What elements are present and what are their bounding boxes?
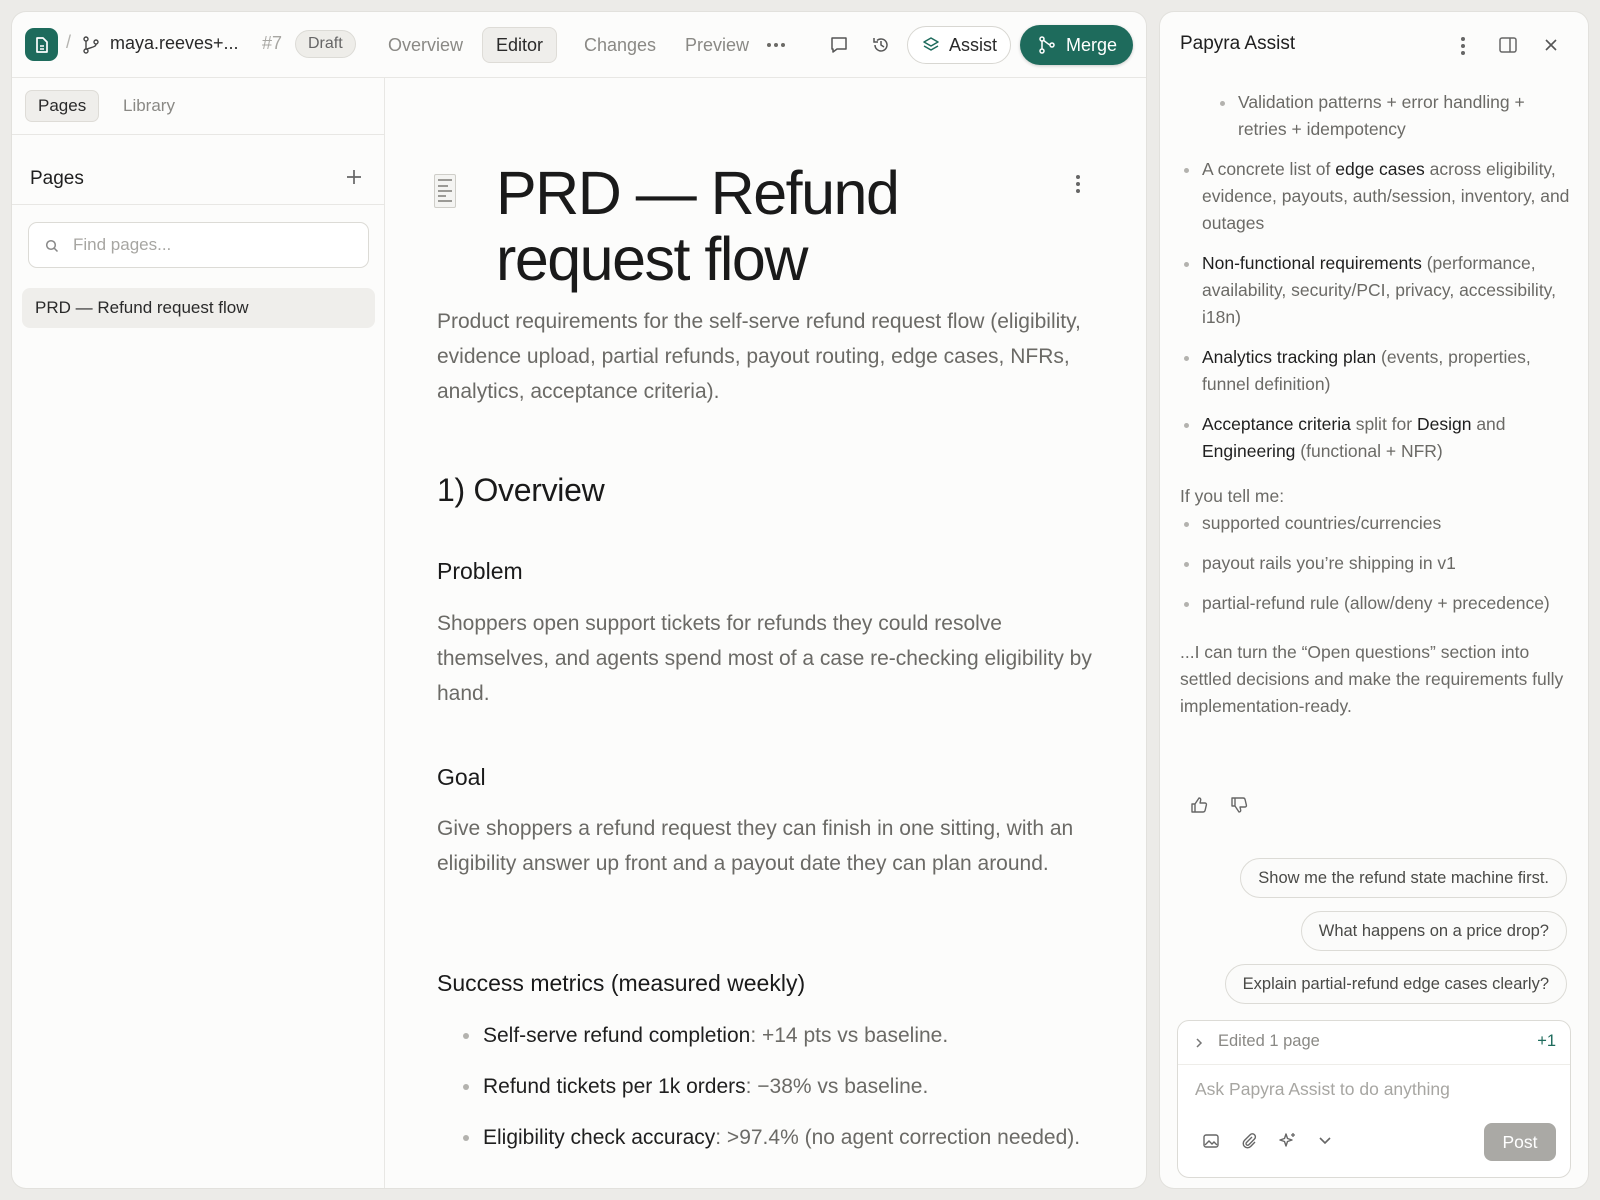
assist-message: Validation patterns + error handling + r… bbox=[1180, 78, 1572, 720]
metrics-list: Self-serve refund completion: +14 pts vs… bbox=[463, 1019, 1103, 1172]
status-badge: Draft bbox=[295, 30, 356, 58]
emphasis: Acceptance criteria bbox=[1202, 414, 1351, 434]
assist-prompt-input[interactable] bbox=[1195, 1079, 1555, 1115]
emphasis: Analytics tracking plan bbox=[1202, 347, 1377, 367]
branch-name[interactable]: maya.reeves+... bbox=[110, 33, 239, 54]
goal-heading: Goal bbox=[437, 764, 486, 790]
composer: Edited 1 page +1 Post bbox=[1177, 1020, 1571, 1178]
divider bbox=[12, 204, 384, 205]
list-item: Eligibility check accuracy: >97.4% (no a… bbox=[463, 1121, 1103, 1154]
pr-number: #7 bbox=[262, 33, 283, 53]
tab-overview[interactable]: Overview bbox=[375, 27, 476, 63]
edited-label: Edited 1 page bbox=[1218, 1032, 1320, 1050]
section-heading: 1) Overview bbox=[437, 472, 605, 508]
kebab-icon[interactable] bbox=[1075, 174, 1081, 194]
sidebar-tab-pages[interactable]: Pages bbox=[25, 90, 100, 122]
assist-panel: Papyra Assist Validation patterns + erro… bbox=[1160, 12, 1588, 1188]
metric-value: : >97.4% (no agent correction needed). bbox=[715, 1126, 1081, 1149]
post-button[interactable]: Post bbox=[1484, 1123, 1556, 1161]
more-icon[interactable] bbox=[764, 34, 788, 56]
assist-title: Papyra Assist bbox=[1180, 33, 1296, 54]
plus-icon[interactable] bbox=[344, 167, 364, 187]
list-item: payout rails you’re shipping in v1 bbox=[1180, 550, 1572, 577]
branch-icon bbox=[82, 36, 100, 54]
image-icon[interactable] bbox=[1202, 1132, 1220, 1150]
paperclip-icon[interactable] bbox=[1240, 1132, 1258, 1150]
thumbs-down-icon[interactable] bbox=[1230, 796, 1248, 814]
list-item: Refund tickets per 1k orders: −38% vs ba… bbox=[463, 1070, 1103, 1103]
list-item: A concrete list of edge cases across eli… bbox=[1180, 156, 1572, 237]
list-item: Analytics tracking plan (events, propert… bbox=[1180, 344, 1572, 398]
tab-changes[interactable]: Changes bbox=[571, 27, 669, 63]
thumbs-up-icon[interactable] bbox=[1190, 796, 1208, 814]
divider bbox=[12, 134, 384, 135]
emphasis: Engineering bbox=[1202, 441, 1296, 461]
document-icon[interactable] bbox=[25, 28, 58, 61]
emphasis: edge cases bbox=[1335, 159, 1425, 179]
assist-button-label: Assist bbox=[949, 34, 998, 55]
merge-icon bbox=[1038, 36, 1056, 54]
metric-value: : −38% vs baseline. bbox=[745, 1075, 929, 1098]
list-item: supported countries/currencies bbox=[1180, 510, 1572, 537]
editor-panel: / maya.reeves+... #7 Draft Overview Edit… bbox=[12, 12, 1146, 1188]
metrics-heading: Success metrics (measured weekly) bbox=[437, 970, 806, 996]
feedback-row bbox=[1190, 796, 1248, 814]
search-input[interactable] bbox=[73, 223, 363, 267]
metric-value: : +14 pts vs baseline. bbox=[750, 1024, 949, 1047]
list-item: Self-serve refund completion: +14 pts vs… bbox=[463, 1019, 1103, 1052]
problem-text: Shoppers open support tickets for refund… bbox=[437, 612, 1092, 705]
suggestion-chip[interactable]: What happens on a price drop? bbox=[1300, 911, 1567, 951]
list-item: Non-functional requirements (performance… bbox=[1180, 250, 1572, 331]
kebab-icon[interactable] bbox=[1460, 36, 1466, 56]
page-list-item[interactable]: PRD — Refund request flow bbox=[22, 288, 375, 328]
page-summary: Product requirements for the self-serve … bbox=[437, 310, 1081, 403]
breadcrumb-separator: / bbox=[66, 32, 72, 52]
merge-button[interactable]: Merge bbox=[1020, 25, 1133, 65]
receipt-icon bbox=[434, 174, 456, 208]
history-icon[interactable] bbox=[869, 34, 893, 56]
sub-bullet-list: Validation patterns + error handling + r… bbox=[1216, 89, 1572, 143]
ask-intro: If you tell me: bbox=[1180, 486, 1285, 506]
text: and bbox=[1471, 414, 1506, 434]
sidebar-toggle-icon[interactable] bbox=[1498, 36, 1518, 54]
layers-icon bbox=[923, 37, 939, 53]
bullet-list: A concrete list of edge cases across eli… bbox=[1180, 156, 1572, 465]
top-bar: / maya.reeves+... #7 Draft Overview Edit… bbox=[12, 12, 1146, 78]
problem-heading: Problem bbox=[437, 558, 523, 584]
chevron-down-icon[interactable] bbox=[1318, 1136, 1332, 1146]
tab-editor[interactable]: Editor bbox=[482, 27, 558, 63]
edited-pages-row[interactable]: Edited 1 page +1 bbox=[1178, 1021, 1570, 1065]
page-search bbox=[28, 222, 369, 268]
composer-tools bbox=[1202, 1131, 1332, 1151]
metric-label: Refund tickets per 1k orders bbox=[483, 1075, 746, 1098]
list-item: partial-refund rule (allow/deny + preced… bbox=[1180, 590, 1572, 617]
text: split for bbox=[1350, 414, 1417, 434]
ask-list: supported countries/currencies payout ra… bbox=[1180, 510, 1572, 617]
document-editor[interactable]: PRD — Refund request flow Product requir… bbox=[425, 78, 1115, 1188]
metric-label: Self-serve refund completion bbox=[483, 1024, 751, 1047]
sidebar-tab-library[interactable]: Library bbox=[111, 90, 187, 122]
comment-icon[interactable] bbox=[827, 34, 851, 56]
suggestion-chip[interactable]: Show me the refund state machine first. bbox=[1240, 858, 1567, 898]
assist-button[interactable]: Assist bbox=[907, 26, 1011, 64]
merge-button-label: Merge bbox=[1066, 34, 1118, 55]
metric-label: Eligibility check accuracy bbox=[483, 1126, 716, 1149]
emphasis: Non-functional requirements bbox=[1202, 253, 1422, 273]
sparkle-icon[interactable] bbox=[1278, 1131, 1298, 1151]
close-icon[interactable] bbox=[1543, 37, 1559, 53]
text: A concrete list of bbox=[1202, 159, 1336, 179]
list-item: Acceptance criteria split for Design and… bbox=[1180, 411, 1572, 465]
pages-sidebar: Pages Library Pages PRD — Refund request… bbox=[12, 78, 385, 1188]
emphasis: Design bbox=[1416, 414, 1472, 434]
text: (functional + NFR) bbox=[1295, 441, 1443, 461]
list-item: Validation patterns + error handling + r… bbox=[1216, 89, 1572, 143]
goal-text: Give shoppers a refund request they can … bbox=[437, 817, 1074, 875]
edited-count: +1 bbox=[1537, 1032, 1556, 1050]
closing-text: ...I can turn the “Open questions” secti… bbox=[1180, 642, 1564, 716]
tab-preview[interactable]: Preview bbox=[672, 27, 762, 63]
page-title: PRD — Refund request flow bbox=[496, 159, 900, 293]
pages-heading: Pages bbox=[30, 168, 84, 189]
suggestion-chip[interactable]: Explain partial-refund edge cases clearl… bbox=[1224, 964, 1567, 1004]
